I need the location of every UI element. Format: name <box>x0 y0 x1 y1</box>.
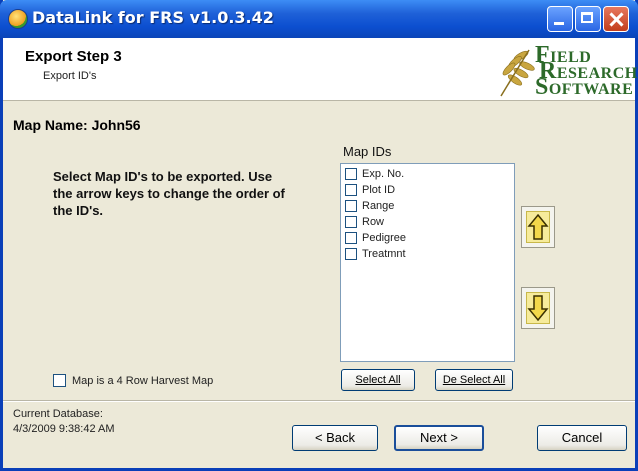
list-item[interactable]: Pedigree <box>345 230 406 246</box>
deselect-all-label: De Select All <box>442 374 506 386</box>
next-button[interactable]: Next > <box>394 425 484 451</box>
list-item[interactable]: Treatmnt <box>345 246 406 262</box>
move-up-face <box>526 211 550 243</box>
window-title: DataLink for FRS v1.0.3.42 <box>32 8 274 27</box>
instructions-text: Select Map ID's to be exported. Use the … <box>53 169 285 218</box>
logo-line-software: SOFTWARE <box>535 74 634 100</box>
checkbox[interactable] <box>345 200 357 212</box>
select-all-button[interactable]: Select All <box>341 369 415 391</box>
harvest-map-option[interactable]: Map is a 4 Row Harvest Map <box>53 374 213 387</box>
arrow-down-icon <box>527 295 549 322</box>
checkbox[interactable] <box>345 232 357 244</box>
close-button[interactable] <box>603 6 629 32</box>
export-wizard-window: DataLink for FRS v1.0.3.42 Export Step 3… <box>0 0 638 471</box>
wizard-header: Export Step 3 Export ID's FIELD RESEARCH… <box>3 38 637 101</box>
checkbox[interactable] <box>345 168 357 180</box>
app-icon <box>8 9 28 29</box>
list-item[interactable]: Exp. No. <box>345 166 404 182</box>
back-button[interactable]: < Back <box>292 425 378 451</box>
move-up-button[interactable] <box>521 206 555 248</box>
checkbox[interactable] <box>345 248 357 260</box>
map-ids-label: Map IDs <box>343 144 392 159</box>
step-title: Export Step 3 <box>25 48 122 65</box>
map-name: Map Name: John56 <box>13 117 141 133</box>
deselect-all-button[interactable]: De Select All <box>435 369 513 391</box>
move-down-button[interactable] <box>521 287 555 329</box>
field-research-software-logo: FIELD RESEARCH SOFTWARE <box>491 42 637 100</box>
footer-divider <box>3 400 635 402</box>
list-item[interactable]: Row <box>345 214 384 230</box>
map-ids-listbox[interactable]: Exp. No. Plot ID Range Row Pedigree Trea… <box>340 163 515 362</box>
checkbox[interactable] <box>345 216 357 228</box>
list-item[interactable]: Range <box>345 198 394 214</box>
minimize-button[interactable] <box>547 6 573 32</box>
select-all-label: Select All <box>355 374 401 386</box>
harvest-map-checkbox[interactable] <box>53 374 66 387</box>
current-database-timestamp: 4/3/2009 9:38:42 AM <box>13 423 115 435</box>
cancel-button[interactable]: Cancel <box>537 425 627 451</box>
checkbox[interactable] <box>345 184 357 196</box>
current-database-label: Current Database: <box>13 408 103 420</box>
arrow-up-icon <box>527 213 549 240</box>
maximize-button[interactable] <box>575 6 601 32</box>
move-down-face <box>526 292 550 324</box>
list-item[interactable]: Plot ID <box>345 182 395 198</box>
title-bar[interactable]: DataLink for FRS v1.0.3.42 <box>0 0 638 38</box>
harvest-map-label: Map is a 4 Row Harvest Map <box>72 374 214 387</box>
step-subtitle: Export ID's <box>43 70 97 82</box>
